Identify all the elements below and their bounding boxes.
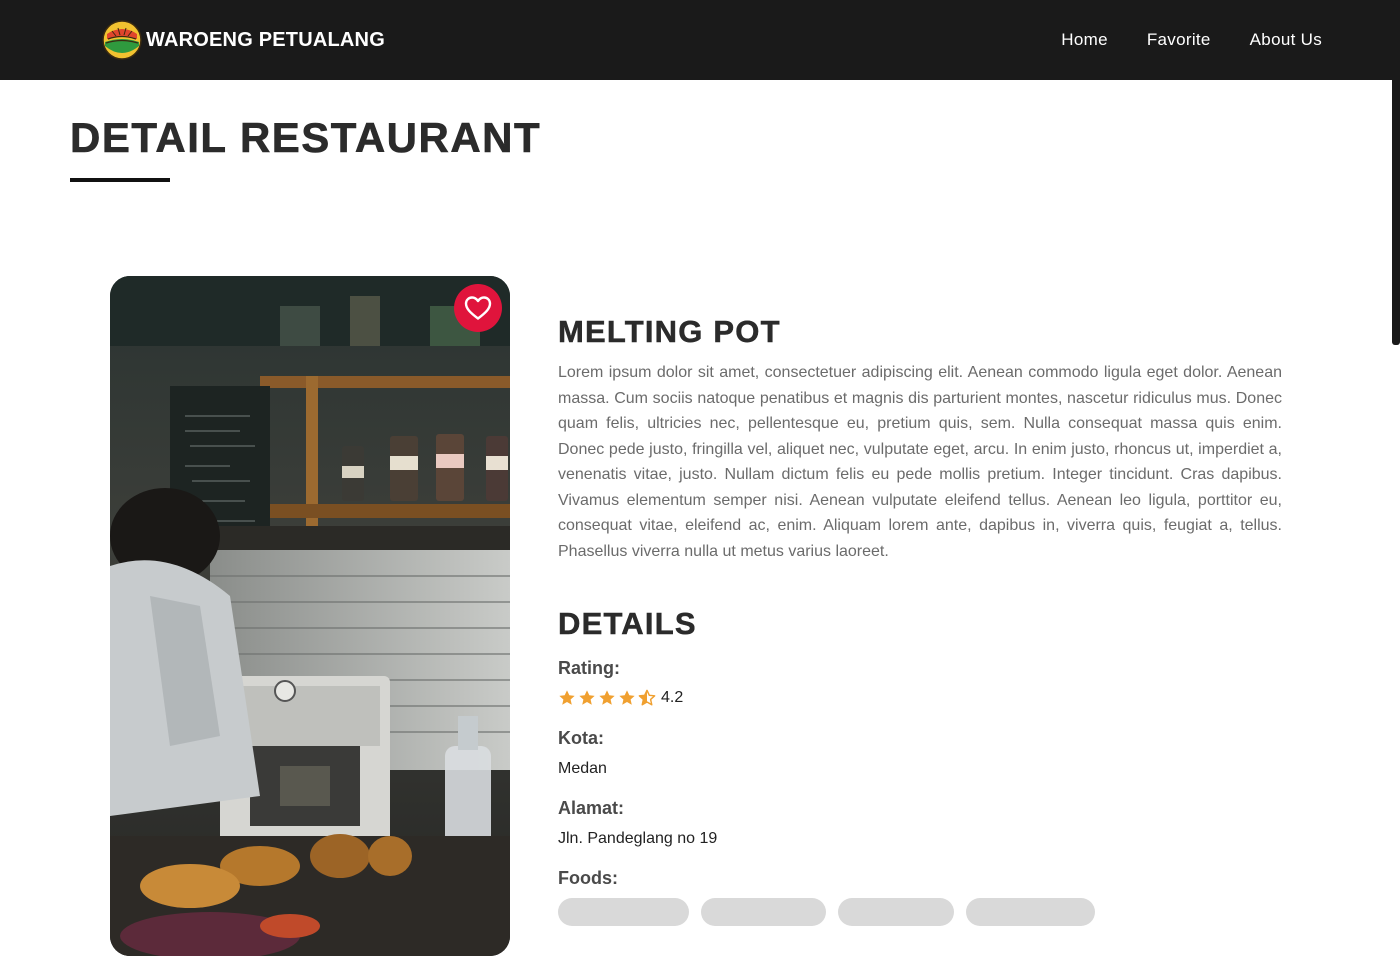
star-full-icon [599,690,615,705]
navbar: WAROENG PETUALANG Home Favorite About Us [0,0,1400,80]
scrollbar-thumb[interactable] [1392,80,1400,345]
restaurant-photo-image [110,276,510,956]
food-chip [701,898,826,926]
details-heading: DETAILS [558,606,697,642]
title-underline [70,178,170,182]
city-label: Kota: [558,728,604,748]
brand-link[interactable]: WAROENG PETUALANG [102,20,385,60]
nav-links: Home Favorite About Us [1061,0,1322,80]
foods-label: Foods: [558,868,618,888]
restaurant-description: Lorem ipsum dolor sit amet, consectetuer… [558,364,1282,560]
address-group: Alamat: Jln. Pandeglang no 19 [558,796,1282,850]
brand-name: WAROENG PETUALANG [146,28,385,51]
favorite-button[interactable] [454,284,502,332]
star-full-icon [579,690,595,705]
address-label: Alamat: [558,798,625,818]
brand-logo-icon [102,20,142,60]
food-chip [558,898,689,926]
address-value: Jln. Pandeglang no 19 [558,830,718,847]
nav-link-about-us[interactable]: About Us [1250,30,1322,50]
nav-link-favorite[interactable]: Favorite [1147,30,1211,50]
nav-link-home[interactable]: Home [1061,30,1108,50]
heart-outline-icon [464,296,492,320]
foods-group: Foods: [558,866,1282,926]
star-half-icon [638,689,656,706]
food-chip [838,898,954,926]
restaurant-name: MELTING POT [558,314,781,350]
foods-list [558,898,1282,926]
scrollbar-top-cap [1392,0,1400,80]
star-full-icon [619,690,635,705]
city-group: Kota: Medan [558,726,1282,780]
food-chip [966,898,1095,926]
page-title: DETAIL RESTAURANT [70,114,542,162]
star-full-icon [559,690,575,705]
rating-stars: 4.2 [558,686,1282,710]
restaurant-photo [110,276,510,956]
restaurant-info: MELTING POT Lorem ipsum dolor sit amet, … [558,310,1282,926]
rating-label: Rating: [558,658,620,678]
city-value: Medan [558,760,607,777]
rating-group: Rating: 4.2 [558,656,1282,710]
rating-value: 4.2 [661,689,684,706]
